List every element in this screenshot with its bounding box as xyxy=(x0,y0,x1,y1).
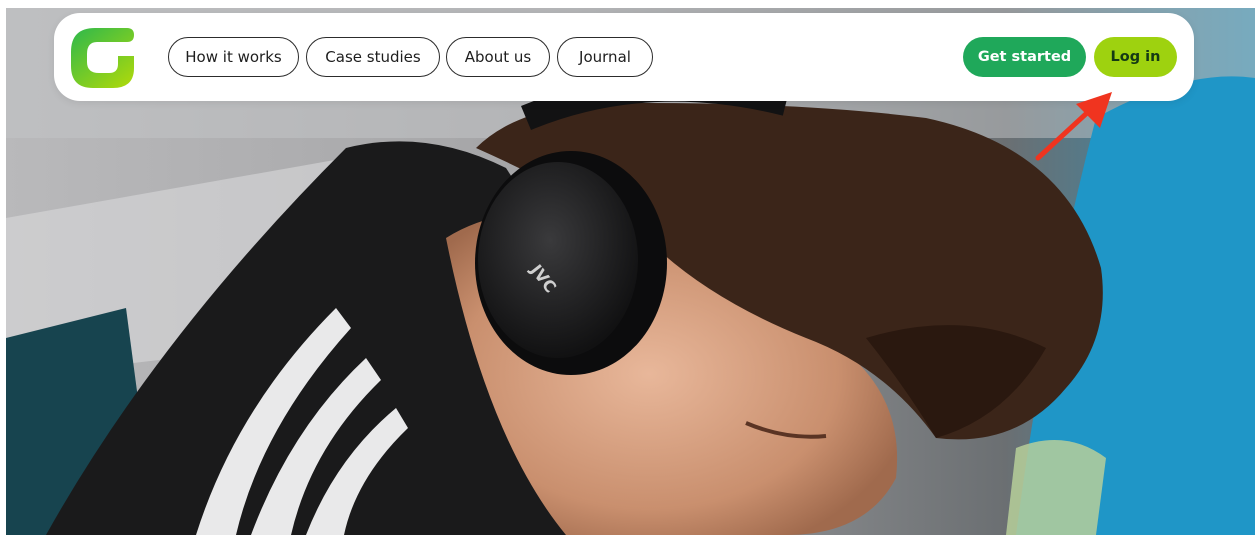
login-button[interactable]: Log in xyxy=(1094,37,1177,77)
nav-journal[interactable]: Journal xyxy=(557,37,653,77)
brand-logo-icon[interactable] xyxy=(71,28,135,88)
nav-about-us[interactable]: About us xyxy=(446,37,550,77)
top-navbar: How it works Case studies About us Journ… xyxy=(54,13,1194,101)
red-arrow-annotation-icon xyxy=(1035,92,1112,161)
nav-case-studies[interactable]: Case studies xyxy=(306,37,440,77)
nav-how-it-works[interactable]: How it works xyxy=(168,37,299,77)
get-started-button[interactable]: Get started xyxy=(963,37,1086,77)
